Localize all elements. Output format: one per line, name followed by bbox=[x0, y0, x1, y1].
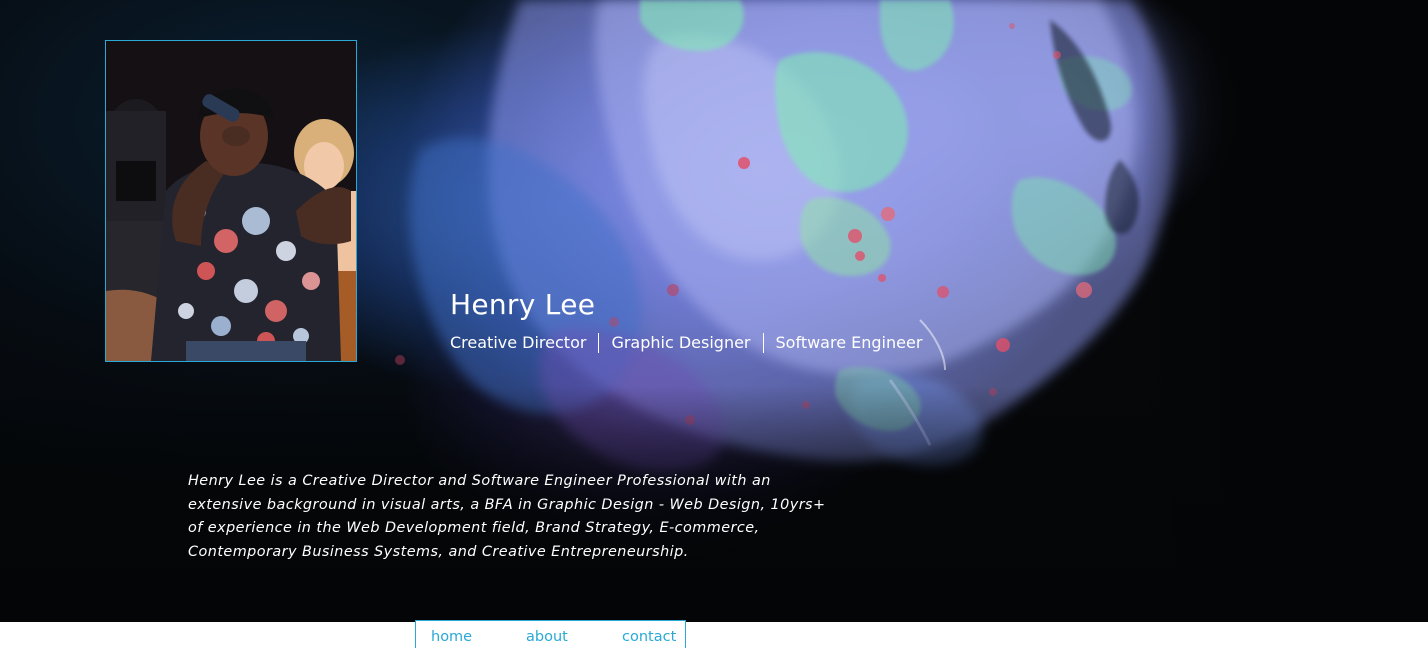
bottom-bar bbox=[0, 622, 1428, 648]
title-software-engineer: Software Engineer bbox=[775, 333, 923, 352]
profile-photo bbox=[105, 40, 357, 362]
profile-name: Henry Lee bbox=[450, 288, 596, 321]
title-divider bbox=[762, 333, 764, 353]
title-divider bbox=[598, 333, 600, 353]
nav-about-link[interactable]: about bbox=[526, 627, 568, 647]
profile-bio: Henry Lee is a Creative Director and Sof… bbox=[188, 473, 826, 560]
portfolio-page: Henry Lee Creative Director Graphic Desi… bbox=[0, 0, 1428, 648]
title-creative-director: Creative Director bbox=[450, 333, 587, 352]
nav-contact-link[interactable]: contact bbox=[622, 627, 676, 647]
profile-photo-illustration bbox=[106, 41, 356, 361]
title-graphic-designer: Graphic Designer bbox=[611, 333, 751, 352]
nav-home-link[interactable]: home bbox=[431, 627, 472, 647]
bottom-nav: home about contact bbox=[415, 620, 686, 648]
profile-titles: Creative Director Graphic Designer Softw… bbox=[450, 331, 922, 355]
